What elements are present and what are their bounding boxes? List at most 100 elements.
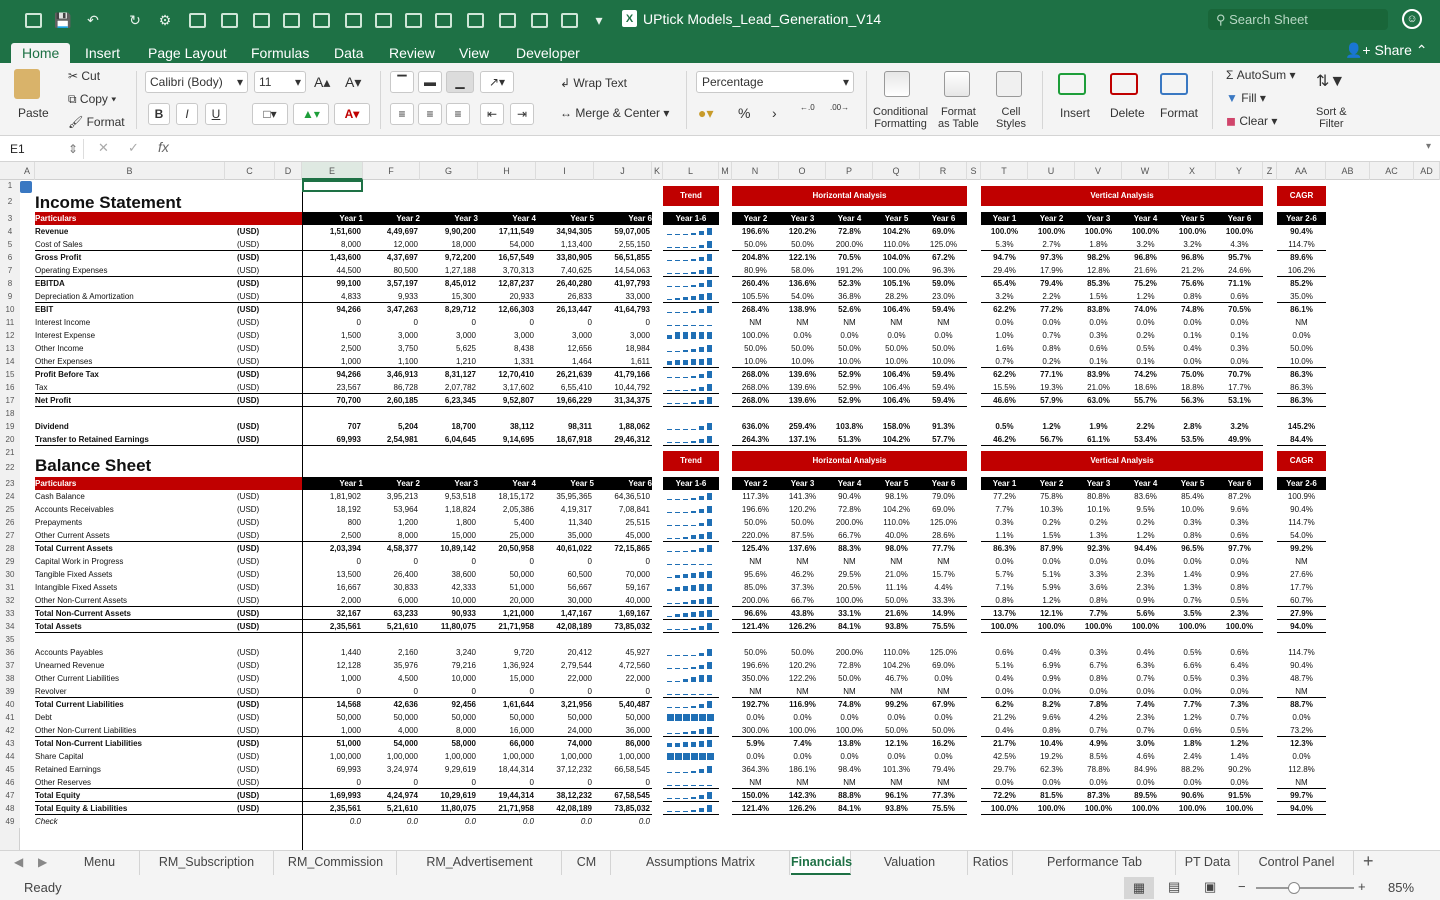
row-header[interactable]: 48 xyxy=(0,802,20,815)
align-left-icon[interactable]: ≡ xyxy=(390,103,414,125)
decrease-font-size-icon[interactable]: A▾ xyxy=(345,74,361,91)
row-header[interactable]: 47 xyxy=(0,789,20,802)
merge-center-button[interactable]: ↔ Merge & Center ▾ xyxy=(560,106,669,120)
align-bottom-icon[interactable]: ▁ xyxy=(446,71,474,93)
column-header-e[interactable]: E xyxy=(302,162,363,180)
sheet-tab-valuation[interactable]: Valuation xyxy=(852,851,968,875)
column-header-a[interactable]: A xyxy=(20,162,35,180)
align-right-icon[interactable]: ≡ xyxy=(446,103,470,125)
row-header[interactable]: 22 xyxy=(0,459,20,477)
sheet-tab-cm[interactable]: CM xyxy=(563,851,611,875)
row-header[interactable]: 5 xyxy=(0,238,20,251)
row-header[interactable]: 11 xyxy=(0,316,20,329)
italic-button[interactable]: I xyxy=(176,103,198,125)
font-size-select[interactable]: 11 ▾ xyxy=(254,71,306,93)
sidebar-toggle-icon[interactable] xyxy=(22,9,44,31)
paste-button[interactable]: Paste xyxy=(18,106,49,120)
zoom-out-icon[interactable]: − xyxy=(1238,879,1246,894)
comma-style-icon[interactable]: › xyxy=(772,105,777,121)
cut-button[interactable]: ✂ Cut xyxy=(68,69,100,83)
row-header[interactable]: 4 xyxy=(0,225,20,238)
macro-icon[interactable]: ⚙ xyxy=(154,9,176,31)
column-header-y[interactable]: Y xyxy=(1216,162,1263,180)
column-header-k[interactable]: K xyxy=(652,162,663,180)
row-header[interactable]: 37 xyxy=(0,659,20,672)
sheet-tab-control-panel[interactable]: Control Panel xyxy=(1240,851,1354,875)
selected-cell-e1[interactable] xyxy=(302,180,363,192)
delete-cells-icon[interactable] xyxy=(1110,73,1138,95)
row-header[interactable]: 26 xyxy=(0,516,20,529)
row-header[interactable]: 44 xyxy=(0,750,20,763)
column-header-u[interactable]: U xyxy=(1028,162,1075,180)
toolbar-icon-12[interactable] xyxy=(528,9,550,31)
toolbar-icon-5[interactable] xyxy=(310,9,332,31)
page-layout-view-icon[interactable]: ▤ xyxy=(1168,879,1180,895)
row-header[interactable]: 6 xyxy=(0,251,20,264)
column-header-o[interactable]: O xyxy=(779,162,826,180)
delete-cells-button[interactable]: Delete xyxy=(1110,106,1145,120)
column-header-aa[interactable]: AA xyxy=(1277,162,1326,180)
row-header[interactable]: 28 xyxy=(0,542,20,555)
feedback-smiley-icon[interactable]: ☺ xyxy=(1402,9,1422,29)
row-header[interactable]: 43 xyxy=(0,737,20,750)
page-break-view-icon[interactable]: ▣ xyxy=(1204,879,1216,895)
row-header[interactable]: 14 xyxy=(0,355,20,368)
conditional-formatting-button[interactable]: Conditional Formatting xyxy=(873,106,928,130)
align-center-icon[interactable]: ≡ xyxy=(418,103,442,125)
format-as-table-icon[interactable] xyxy=(944,71,970,97)
column-header-c[interactable]: C xyxy=(225,162,275,180)
toolbar-icon-6[interactable] xyxy=(342,9,364,31)
sheet-tab-assumptions-matrix[interactable]: Assumptions Matrix xyxy=(612,851,790,875)
search-sheet-input[interactable]: ⚲ Search Sheet xyxy=(1208,9,1388,30)
zoom-slider-handle[interactable] xyxy=(1288,882,1300,894)
toolbar-icon-10[interactable] xyxy=(464,9,486,31)
row-header[interactable]: 31 xyxy=(0,581,20,594)
sheet-tab-rm-advertisement[interactable]: RM_Advertisement xyxy=(398,851,562,875)
row-header[interactable]: 16 xyxy=(0,381,20,394)
row-header[interactable]: 45 xyxy=(0,763,20,776)
decrease-decimal-icon[interactable]: .00→ xyxy=(830,103,849,112)
column-header-ac[interactable]: AC xyxy=(1370,162,1414,180)
column-header-b[interactable]: B xyxy=(35,162,225,180)
cell-styles-icon[interactable] xyxy=(996,71,1022,97)
align-middle-icon[interactable]: ▬ xyxy=(418,71,442,93)
sort-filter-button[interactable]: Sort & Filter xyxy=(1316,106,1347,130)
row-header[interactable]: 36 xyxy=(0,646,20,659)
add-sheet-button[interactable]: + xyxy=(1363,851,1374,872)
row-header[interactable]: 25 xyxy=(0,503,20,516)
toolbar-icon-3[interactable] xyxy=(250,9,272,31)
confirm-formula-icon[interactable]: ✓ xyxy=(128,140,139,156)
row-header[interactable]: 23 xyxy=(0,477,20,490)
row-header[interactable]: 41 xyxy=(0,711,20,724)
row-header[interactable]: 10 xyxy=(0,303,20,316)
cancel-formula-icon[interactable]: ✕ xyxy=(98,140,109,156)
conditional-formatting-icon[interactable] xyxy=(884,71,910,97)
row-header[interactable]: 39 xyxy=(0,685,20,698)
row-header[interactable]: 34 xyxy=(0,620,20,633)
tab-developer[interactable]: Developer xyxy=(516,43,580,63)
column-header-ab[interactable]: AB xyxy=(1326,162,1370,180)
column-header-m[interactable]: M xyxy=(719,162,732,180)
sheet-tab-rm-subscription[interactable]: RM_Subscription xyxy=(140,851,274,875)
column-header-f[interactable]: F xyxy=(363,162,420,180)
format-cells-icon[interactable] xyxy=(1160,73,1188,95)
sheet-tab-pt-data[interactable]: PT Data xyxy=(1177,851,1239,875)
fill-button[interactable]: ▼ Fill ▾ xyxy=(1226,91,1266,105)
row-header[interactable]: 18 xyxy=(0,407,20,420)
copy-button[interactable]: ⧉ Copy ▾ xyxy=(68,92,116,107)
column-header-x[interactable]: X xyxy=(1169,162,1216,180)
row-header[interactable]: 17 xyxy=(0,394,20,407)
decrease-indent-icon[interactable]: ⇤ xyxy=(480,103,504,125)
redo-icon[interactable]: ↻ xyxy=(124,9,146,31)
column-header-z[interactable]: Z xyxy=(1263,162,1277,180)
row-header[interactable]: 7 xyxy=(0,264,20,277)
scroll-tabs-right-icon[interactable]: ▶ xyxy=(38,855,47,869)
sheet-tab-ratios[interactable]: Ratios xyxy=(969,851,1013,875)
toolbar-icon-13[interactable] xyxy=(558,9,580,31)
row-header[interactable]: 49 xyxy=(0,815,20,828)
row-header[interactable]: 19 xyxy=(0,420,20,433)
toolbar-icon-9[interactable] xyxy=(432,9,454,31)
tab-insert[interactable]: Insert xyxy=(85,43,120,63)
share-button[interactable]: 👤+ Share ⌃ xyxy=(1345,42,1427,59)
column-header-h[interactable]: H xyxy=(478,162,536,180)
